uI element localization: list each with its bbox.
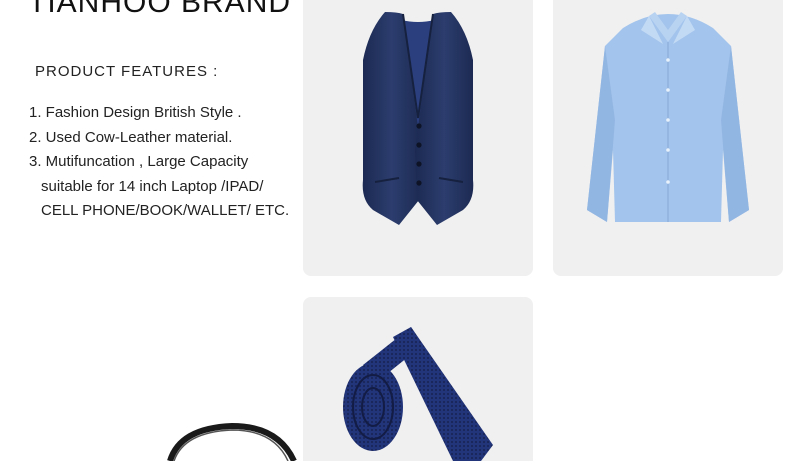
feature-line: suitable for 14 inch Laptop /IPAD/	[41, 177, 264, 195]
feature-line: 3. Mutifuncation , Large Capacity	[29, 153, 249, 171]
tie-image	[343, 327, 493, 461]
vest-image	[362, 12, 474, 225]
product-card-shirt[interactable]	[553, 0, 783, 276]
product-card-tie[interactable]	[303, 297, 533, 461]
feature-line: 1. Fashion Design British Style .	[29, 104, 242, 121]
feature-line: CELL PHONE/BOOK/WALLET/ ETC.	[41, 202, 290, 220]
features-heading: PRODUCT FEATURES :	[35, 63, 219, 80]
features-list: 1. Fashion Design British Style . 2. Use…	[29, 101, 289, 224]
feature-line: 2. Used Cow-Leather material.	[29, 128, 233, 146]
product-card-vest[interactable]	[303, 0, 533, 276]
shirt-image	[587, 12, 749, 222]
brand-title: TIANHOO BRAND	[28, 0, 292, 19]
bag-strap-image	[167, 422, 297, 461]
